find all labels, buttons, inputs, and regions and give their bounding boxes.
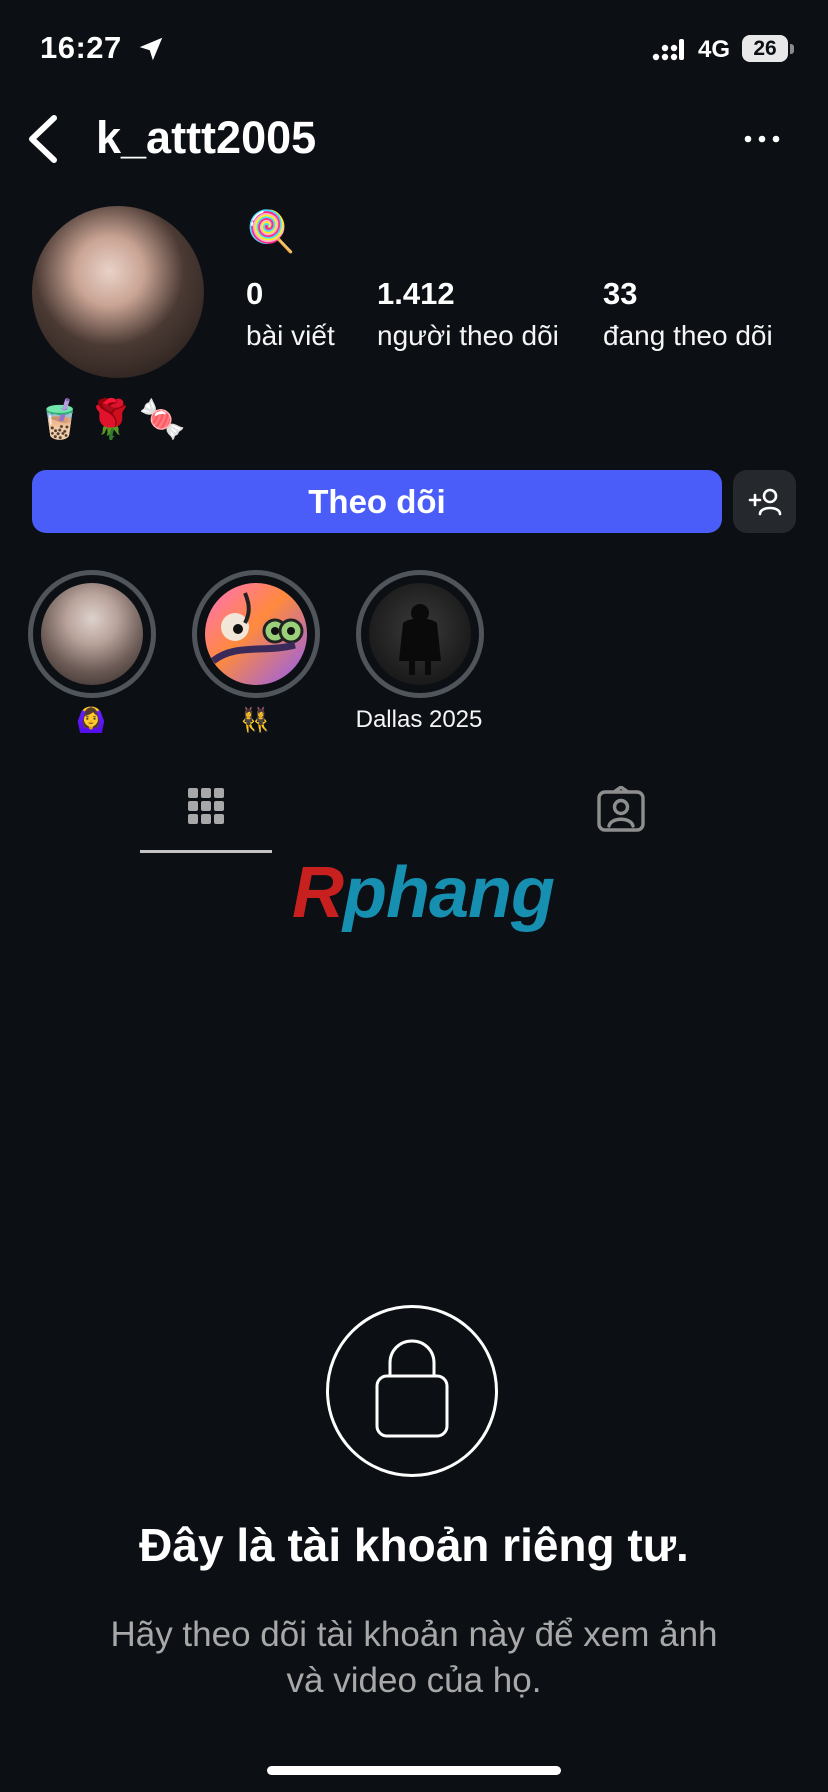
back-button[interactable] [20,110,68,168]
stat-following-value: 33 [603,276,638,311]
status-time: 16:27 [40,30,122,65]
highlight-cover-1 [41,583,143,685]
stat-posts-value: 0 [246,276,264,311]
private-lock-badge [326,1305,498,1477]
tab-tagged[interactable] [596,785,646,836]
more-horizontal-icon [744,135,780,143]
stat-posts-label: bài viết [246,320,335,351]
location-arrow-icon [139,37,163,61]
highlight-label-3: Dallas 2025 [355,706,483,733]
active-tab-indicator [140,850,272,853]
highlight-cover-2-art [210,592,304,664]
watermark-rest: phang [343,853,555,933]
profile-name-emoji: 🍭 [246,210,296,254]
private-account-subtitle: Hãy theo dõi tài khoản này để xem ảnh và… [40,1612,788,1704]
tab-posts-grid[interactable] [140,780,272,854]
stat-following[interactable]: 33 đang theo dõi [603,276,773,352]
grid-icon [188,788,224,824]
stat-posts: 0 bài viết [246,276,335,352]
add-person-icon [748,488,781,515]
highlight-cover-3-art [399,604,441,675]
stat-followers[interactable]: 1.412 người theo dõi [377,276,559,352]
battery-tip [790,44,794,54]
home-indicator [267,1766,561,1775]
profile-avatar[interactable] [32,206,204,378]
private-account-title: Đây là tài khoản riêng tư. [139,1519,689,1571]
lock-icon [375,1339,449,1438]
story-highlight-3[interactable] [356,570,484,698]
private-subtitle-line-2: và video của họ. [286,1661,542,1700]
watermark: Rphang [292,852,555,934]
stat-followers-label: người theo dõi [377,320,559,351]
stat-following-label: đang theo dõi [603,320,773,351]
profile-bio: 🧋🌹🍬 [36,399,190,441]
stat-followers-value: 1.412 [377,276,455,311]
battery-level: 26 [753,36,777,60]
highlight-cover-3 [369,583,471,685]
watermark-first-letter: R [292,853,344,933]
signal-icon [652,39,684,61]
follow-button[interactable]: Theo dõi [32,470,722,533]
private-subtitle-line-1: Hãy theo dõi tài khoản này để xem ảnh [110,1615,718,1654]
suggested-accounts-button[interactable] [733,470,796,533]
highlight-cover-2 [205,583,307,685]
battery-indicator: 26 [742,35,788,62]
chevron-left-icon [29,115,57,163]
story-highlight-1[interactable] [28,570,156,698]
more-options-button[interactable] [740,124,784,154]
profile-username: k_attt2005 [96,112,317,163]
tagged-person-icon [597,785,645,832]
story-highlight-2[interactable] [192,570,320,698]
network-label: 4G [698,36,731,63]
